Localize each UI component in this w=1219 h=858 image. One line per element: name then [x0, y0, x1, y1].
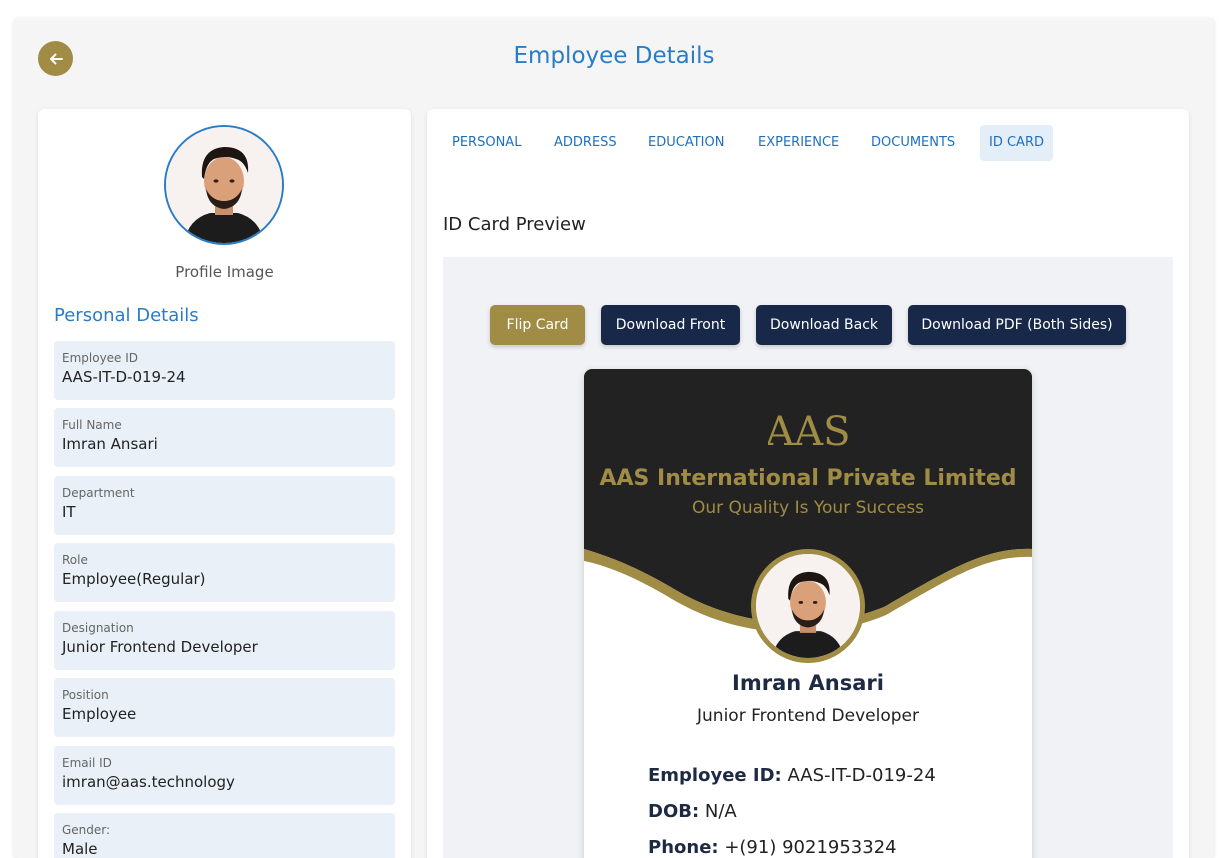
field-full-name: Full Name Imran Ansari	[54, 408, 395, 467]
download-front-button[interactable]: Download Front	[601, 305, 740, 345]
field-value: IT	[62, 503, 76, 521]
field-gender: Gender: Male	[54, 813, 395, 858]
field-value: AAS-IT-D-019-24	[62, 368, 186, 386]
id-card-employee-name: Imran Ansari	[732, 671, 884, 695]
id-card-photo	[751, 549, 865, 663]
field-label: Role	[62, 553, 88, 567]
field-value: Employee	[62, 705, 137, 723]
field-label: Designation	[62, 621, 134, 635]
field-designation: Designation Junior Frontend Developer	[54, 611, 395, 670]
field-label: Full Name	[62, 418, 122, 432]
field-label: Gender:	[62, 823, 111, 837]
field-value: Male	[62, 840, 98, 858]
field-value: Employee(Regular)	[62, 570, 206, 588]
tab-personal[interactable]: PERSONAL	[443, 125, 530, 161]
id-card-employee-id: Employee ID: AAS-IT-D-019-24	[648, 765, 936, 786]
field-employee-id: Employee ID AAS-IT-D-019-24	[54, 341, 395, 400]
id-card-designation: Junior Frontend Developer	[697, 706, 919, 726]
profile-image-label: Profile Image	[175, 263, 274, 281]
tab-education[interactable]: EDUCATION	[639, 125, 733, 161]
download-pdf-button[interactable]: Download PDF (Both Sides)	[908, 305, 1126, 345]
id-card-preview-area: Flip Card Download Front Download Back D…	[443, 257, 1173, 858]
details-panel: PERSONAL ADDRESS EDUCATION EXPERIENCE DO…	[427, 109, 1189, 858]
company-tagline: Our Quality Is Your Success	[691, 498, 925, 518]
field-role: Role Employee(Regular)	[54, 543, 395, 602]
tab-experience[interactable]: EXPERIENCE	[749, 125, 848, 161]
employee-details-page: Employee Details Profile Image Personal …	[14, 18, 1214, 858]
svg-text:AAS: AAS	[768, 409, 848, 455]
id-photo-image	[756, 554, 860, 658]
id-card-preview-heading: ID Card Preview	[443, 214, 586, 235]
field-value: Junior Frontend Developer	[62, 638, 258, 656]
id-card-front: AAS AAS International Private Limited Ou…	[584, 369, 1032, 858]
field-department: Department IT	[54, 476, 395, 535]
download-back-button[interactable]: Download Back	[756, 305, 892, 345]
field-position: Position Employee	[54, 678, 395, 737]
field-label: Position	[62, 688, 109, 702]
dob-value: N/A	[704, 801, 737, 822]
id-card-dob: DOB: N/A	[648, 801, 737, 822]
profile-avatar	[164, 125, 284, 245]
field-label: Email ID	[62, 756, 112, 770]
employee-id-value: AAS-IT-D-019-24	[787, 765, 936, 786]
field-label: Department	[62, 486, 135, 500]
profile-photo	[166, 127, 282, 243]
field-value: Imran Ansari	[62, 435, 158, 453]
tab-id-card[interactable]: ID CARD	[980, 125, 1053, 161]
tab-address[interactable]: ADDRESS	[545, 125, 626, 161]
tab-documents[interactable]: DOCUMENTS	[862, 125, 964, 161]
dob-label: DOB:	[648, 801, 700, 822]
employee-id-label: Employee ID:	[648, 765, 782, 786]
flip-card-button[interactable]: Flip Card	[490, 305, 585, 345]
personal-details-title: Personal Details	[54, 305, 199, 326]
field-email: Email ID imran@aas.technology	[54, 746, 395, 805]
page-title: Employee Details	[513, 43, 715, 69]
company-logo: AAS	[768, 409, 848, 455]
field-label: Employee ID	[62, 351, 139, 365]
field-value: imran@aas.technology	[62, 773, 235, 791]
company-name: AAS International Private Limited	[599, 466, 1017, 491]
profile-card: Profile Image Personal Details Employee …	[38, 109, 411, 858]
